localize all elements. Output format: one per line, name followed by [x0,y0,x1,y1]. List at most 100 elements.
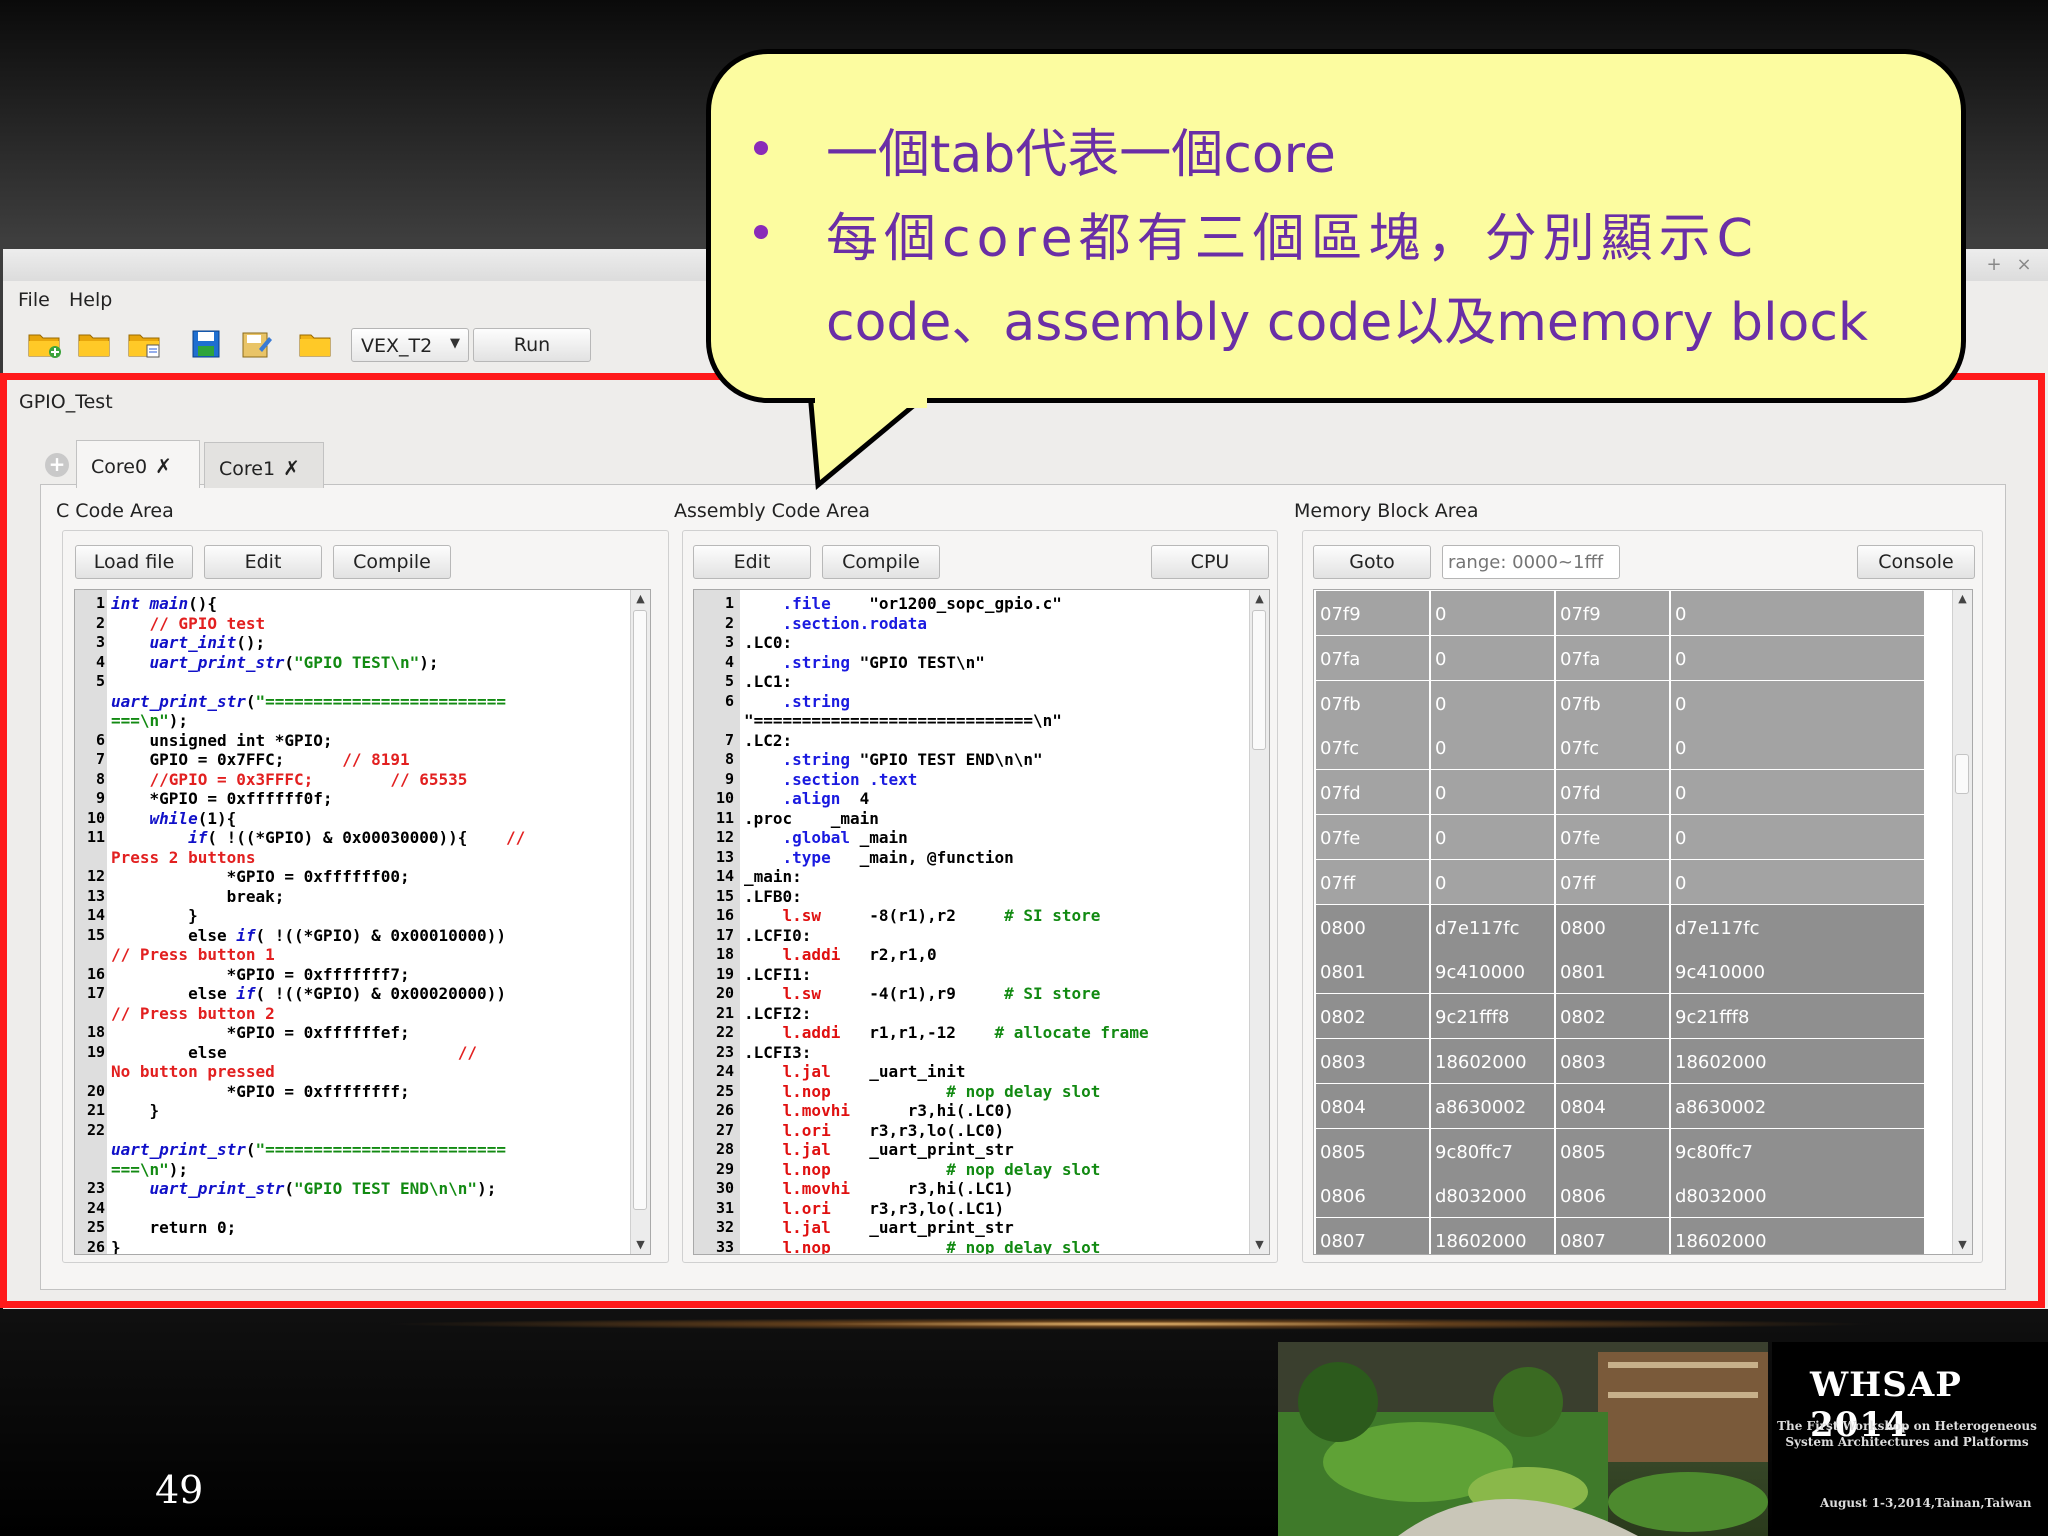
code-token: # nop delay slot [946,1237,1101,1255]
code-token: uart_print_str [111,691,246,711]
scroll-thumb[interactable] [1955,754,1969,794]
assembly-code-editor[interactable]: 123456 7 8 9 10 11 12 13 14 15 16 17 18 19 20 21 22 23 24… [693,589,1270,1255]
code-token: (){ [188,594,217,613]
line-number: 17 [86,984,105,1002]
scroll-thumb[interactable] [633,610,647,1210]
code-line: *GPIO = 0xffffffff; [111,1082,630,1102]
code-token: // Press button 2 [111,1003,275,1023]
code-line: else // [111,1043,630,1063]
memory-row[interactable]: 07ff 0 07ff 0 [1314,859,1928,905]
memory-row[interactable]: 07fe 0 07fe 0 [1314,815,1928,860]
code-token: _uart_print_str [830,1140,1014,1159]
code-line: .align 4 [744,789,1249,809]
code-token: // 65535 [390,769,468,789]
line-number: 16 [715,906,734,924]
code-token: .LCFI0: [744,925,812,945]
code-line: "=============================\n" [744,711,1249,731]
line-number: 33 [715,1237,734,1255]
scroll-down-icon[interactable]: ▼ [1953,1236,1972,1254]
scroll-thumb[interactable] [1252,610,1266,750]
callout-tail-join [815,396,927,408]
code-token: l.movhi [782,1101,850,1120]
code-token: // [457,1042,478,1062]
line-number [75,945,105,965]
asm-compile-button[interactable]: Compile [822,545,940,579]
line-number: 21 [86,1101,105,1119]
goto-button[interactable]: Goto [1313,545,1431,579]
code-token: *GPIO = 0xffffffef; [111,1023,410,1042]
memory-row[interactable]: 07f9 0 07f9 0 [1314,591,1928,636]
memory-value-cell: 18602000 [1671,1218,1926,1254]
cpu-button[interactable]: CPU [1151,545,1269,579]
memory-address-cell: 07fe [1316,815,1431,859]
line-number: 25 [715,1081,734,1100]
asm-edit-button[interactable]: Edit [693,545,811,579]
line-number: 13 [715,847,734,866]
memory-value-cell: 0 [1671,815,1926,859]
scroll-down-icon[interactable]: ▼ [1250,1236,1269,1254]
c-line-numbers: 12345 6 7 8 9 10 11 12 13 14 15 16 17 18 19 20 21 22… [75,594,105,1254]
line-number: 9 [95,789,105,807]
memory-address-cell: 07fd [1316,770,1431,815]
code-token: } [111,906,198,925]
memory-row[interactable]: 0800 d7e117fc 0800 d7e117fc [1314,904,1928,950]
line-number: 5 [724,672,734,690]
line-number: 31 [715,1198,734,1217]
console-button[interactable]: Console [1857,545,1975,579]
memory-value-cell: 0 [1431,725,1556,770]
code-line: l.jal _uart_init [744,1062,1249,1082]
scroll-up-icon[interactable]: ▲ [631,590,650,608]
memory-row[interactable]: 0807 18602000 0807 18602000 [1314,1218,1928,1254]
code-line: l.sw -8(r1),r2 # SI store [744,906,1249,926]
memory-row[interactable]: 07fb 0 07fb 0 [1314,680,1928,726]
c-edit-button[interactable]: Edit [204,545,322,579]
memory-value-cell: 0 [1671,859,1926,904]
memory-address-cell: 0805 [1556,1128,1671,1173]
conference-date: August 1-3,2014,Tainan,Taiwan [1820,1496,2032,1510]
load-file-button[interactable]: Load file [75,545,193,579]
code-token: break; [111,886,285,906]
memory-row[interactable]: 0803 18602000 0803 18602000 [1314,1039,1928,1084]
memory-scrollbar[interactable]: ▲ ▼ [1952,590,1972,1254]
line-number: 24 [715,1062,734,1080]
memory-row[interactable]: 0805 9c80ffc7 0805 9c80ffc7 [1314,1128,1928,1174]
memory-range-input[interactable] [1442,545,1620,579]
c-code-scrollbar[interactable]: ▲ ▼ [630,590,650,1254]
asm-code-scrollbar[interactable]: ▲ ▼ [1249,590,1269,1254]
code-line: l.addi r1,r1,-12 # allocate frame [744,1023,1249,1043]
memory-row[interactable]: 0802 9c21fff8 0802 9c21fff8 [1314,994,1928,1039]
memory-row[interactable]: 0801 9c410000 0801 9c410000 [1314,949,1928,994]
memory-row[interactable]: 07fc 0 07fc 0 [1314,725,1928,770]
c-compile-button[interactable]: Compile [333,545,451,579]
memory-row[interactable]: 0804 a8630002 0804 a8630002 [1314,1083,1928,1129]
memory-row[interactable]: 0806 d8032000 0806 d8032000 [1314,1173,1928,1218]
line-number: 3 [724,633,734,651]
line-number: 22 [86,1120,105,1139]
line-number: 30 [715,1179,734,1197]
line-number: 6 [724,691,734,710]
memory-value-cell: 0 [1431,815,1556,859]
code-token: r3,hi(.LC1) [849,1179,1014,1198]
code-line: l.nop # nop delay slot [744,1160,1249,1180]
line-number: 13 [86,886,105,905]
code-line: .type _main, @function [744,848,1249,868]
scroll-down-icon[interactable]: ▼ [631,1236,650,1254]
scroll-up-icon[interactable]: ▲ [1250,590,1269,608]
code-line: .LCFI2: [744,1004,1249,1024]
code-line: .LCFI1: [744,965,1249,985]
code-token: *GPIO; [265,730,333,750]
code-line: uart_print_str("========================… [111,692,630,712]
c-code-editor[interactable]: 12345 6 7 8 9 10 11 12 13 14 15 16 17 18 19 20 21 22… [74,589,651,1255]
memory-row[interactable]: 07fd 0 07fd 0 [1314,770,1928,815]
code-line: .string "GPIO TEST\n" [744,653,1249,673]
scroll-up-icon[interactable]: ▲ [1953,590,1972,608]
memory-row[interactable]: 07fa 0 07fa 0 [1314,635,1928,681]
